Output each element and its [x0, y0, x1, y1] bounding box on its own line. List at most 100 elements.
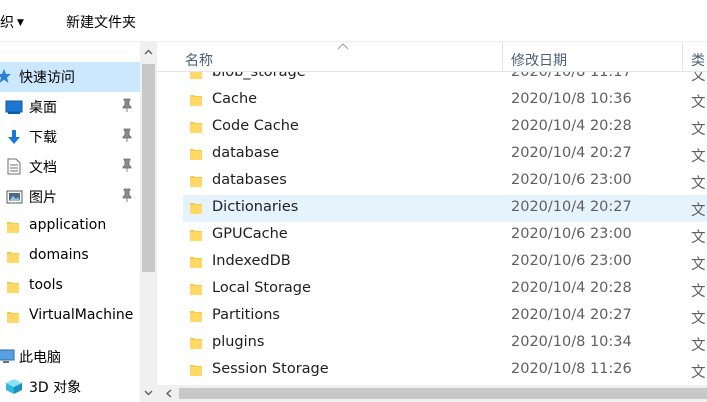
file-modified-date: 2020/10/8 11:17 — [511, 72, 632, 80]
file-row[interactable]: Code Cache 2020/10/4 20:28 文 — [183, 114, 707, 141]
nav-item-desktop[interactable]: 桌面 — [0, 92, 140, 122]
file-row[interactable]: IndexedDB 2020/10/6 23:00 文 — [183, 249, 707, 276]
nav-scrollbar-thumb[interactable] — [142, 64, 155, 272]
file-name: Session Storage — [212, 361, 329, 377]
file-name: Code Cache — [212, 118, 299, 134]
file-row[interactable]: databases 2020/10/6 23:00 文 — [183, 168, 707, 195]
folder-icon — [190, 230, 202, 241]
file-row[interactable]: database 2020/10/4 20:27 文 — [183, 141, 707, 168]
folder-icon — [190, 365, 202, 376]
file-modified-date: 2020/10/4 20:27 — [511, 307, 632, 323]
file-row[interactable]: GPUCache 2020/10/6 23:00 文 — [183, 222, 707, 249]
file-modified-date: 2020/10/4 20:28 — [511, 280, 632, 296]
organize-button[interactable]: 织 ▼ — [0, 12, 24, 32]
folder-icon — [7, 252, 19, 263]
folder-icon — [190, 338, 202, 349]
column-header-modified[interactable]: 修改日期 — [511, 50, 567, 70]
3d-objects-icon — [6, 379, 22, 394]
download-arrow-icon — [8, 130, 20, 144]
file-type: 文 — [691, 311, 706, 327]
computer-icon — [0, 349, 15, 363]
file-type: 文 — [691, 365, 706, 381]
folder-icon — [7, 282, 19, 293]
file-type: 文 — [691, 176, 706, 192]
pin-icon[interactable] — [121, 98, 133, 112]
column-header-type[interactable]: 类 — [691, 50, 705, 70]
folder-icon — [190, 284, 202, 295]
toolbar: 织 ▼ 新建文件夹 — [0, 0, 707, 42]
nav-item-label: 3D 对象 — [29, 380, 82, 396]
file-row[interactable]: blob_storage 2020/10/8 11:17 文 — [183, 72, 707, 87]
scroll-down-arrow-icon[interactable] — [144, 388, 153, 397]
folder-icon — [190, 203, 202, 214]
nav-item-label: 桌面 — [29, 100, 57, 116]
file-modified-date: 2020/10/4 20:27 — [511, 145, 632, 161]
file-modified-date: 2020/10/6 23:00 — [511, 253, 632, 269]
file-row[interactable]: Session Storage 2020/10/8 11:26 文 — [183, 357, 707, 384]
nav-item-documents[interactable]: 文档 — [0, 152, 140, 182]
nav-item-label: 此电脑 — [19, 350, 61, 366]
column-divider[interactable] — [502, 42, 503, 72]
column-header: 名称 修改日期 类 — [157, 42, 707, 72]
nav-item-label: 快速访问 — [19, 70, 75, 86]
navigation-pane: 快速访问 桌面 下载 文档 图片 application domains too… — [0, 42, 140, 402]
document-icon — [7, 158, 21, 175]
file-row[interactable]: Partitions 2020/10/4 20:27 文 — [183, 303, 707, 330]
sort-ascending-icon — [337, 43, 349, 50]
column-header-name[interactable]: 名称 — [185, 50, 213, 70]
file-row[interactable]: Local Storage 2020/10/4 20:28 文 — [183, 276, 707, 303]
pin-icon[interactable] — [121, 188, 133, 202]
scroll-up-arrow-icon[interactable] — [144, 48, 153, 57]
file-name: databases — [212, 172, 287, 188]
nav-item-3d-objects[interactable]: 3D 对象 — [0, 372, 140, 402]
nav-item-this-pc[interactable]: 此电脑 — [0, 342, 140, 372]
file-name: database — [212, 145, 280, 161]
picture-icon — [6, 190, 23, 204]
pin-icon[interactable] — [121, 128, 133, 142]
file-row[interactable]: Cache 2020/10/8 10:36 文 — [183, 87, 707, 114]
horizontal-scrollbar[interactable] — [157, 385, 707, 402]
file-type: 文 — [691, 230, 706, 246]
pin-icon[interactable] — [121, 158, 133, 172]
nav-item-quick-access[interactable]: 快速访问 — [0, 62, 140, 92]
file-modified-date: 2020/10/8 10:36 — [511, 91, 632, 107]
chevron-down-icon: ▼ — [17, 18, 24, 28]
scroll-left-arrow-icon[interactable] — [165, 389, 173, 398]
nav-item-virtualmachine[interactable]: VirtualMachine — [0, 302, 140, 332]
file-modified-date: 2020/10/6 23:00 — [511, 172, 632, 188]
file-modified-date: 2020/10/8 10:34 — [511, 334, 632, 350]
star-icon — [0, 69, 11, 83]
file-row[interactable]: Dictionaries 2020/10/4 20:27 文 — [183, 195, 707, 222]
folder-icon — [190, 95, 202, 106]
file-modified-date: 2020/10/8 11:26 — [511, 361, 632, 377]
nav-item-tools[interactable]: tools — [0, 272, 140, 302]
nav-item-label: tools — [29, 277, 63, 293]
nav-item-pictures[interactable]: 图片 — [0, 182, 140, 212]
file-name: Partitions — [212, 307, 280, 323]
file-name: GPUCache — [212, 226, 288, 242]
file-name: Dictionaries — [212, 199, 299, 215]
file-type: 文 — [691, 257, 706, 273]
file-name: Local Storage — [212, 280, 311, 296]
column-divider[interactable] — [682, 42, 683, 72]
nav-item-label: 图片 — [29, 190, 57, 206]
nav-item-label: application — [29, 217, 107, 233]
nav-item-label: 文档 — [29, 160, 57, 176]
file-row[interactable]: plugins 2020/10/8 10:34 文 — [183, 330, 707, 357]
file-modified-date: 2020/10/4 20:28 — [511, 118, 632, 134]
nav-item-domains[interactable]: domains — [0, 242, 140, 272]
nav-scrollbar[interactable] — [140, 42, 157, 402]
file-name: Cache — [212, 91, 258, 107]
file-modified-date: 2020/10/4 20:27 — [511, 199, 632, 215]
file-modified-date: 2020/10/6 23:00 — [511, 226, 632, 242]
folder-icon — [190, 311, 202, 322]
folder-icon — [7, 312, 19, 323]
nav-item-downloads[interactable]: 下载 — [0, 122, 140, 152]
nav-item-application[interactable]: application — [0, 212, 140, 242]
file-list-pane: 名称 修改日期 类 blob_storage 2020/10/8 11:17 文 Ca… — [157, 42, 707, 402]
new-folder-button[interactable]: 新建文件夹 — [66, 12, 136, 32]
nav-item-label: 下载 — [29, 130, 57, 146]
file-type: 文 — [691, 72, 706, 84]
horizontal-scrollbar-thumb[interactable] — [179, 388, 707, 399]
file-type: 文 — [691, 149, 706, 165]
